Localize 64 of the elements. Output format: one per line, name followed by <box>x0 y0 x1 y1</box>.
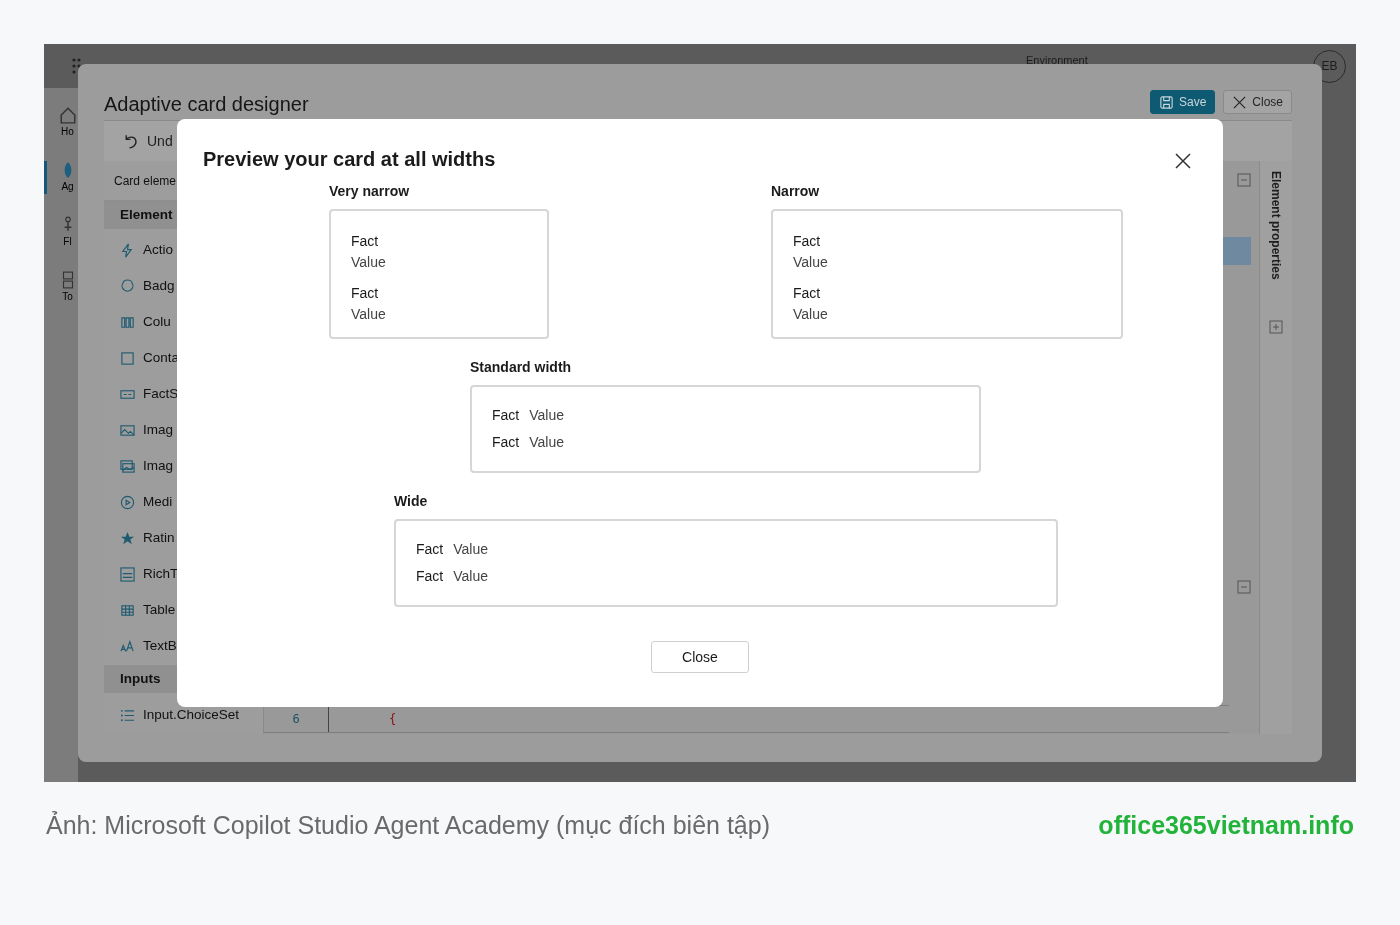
collapse-icon[interactable] <box>1237 580 1251 594</box>
element-item[interactable]: Imag <box>104 448 263 484</box>
element-item[interactable]: Badg <box>104 268 263 304</box>
close-button[interactable]: Close <box>651 641 749 673</box>
element-item[interactable]: Input.ChoiceSet <box>104 697 263 733</box>
badge-icon <box>120 278 135 294</box>
table-icon <box>120 602 135 618</box>
fact-title: Fact <box>351 232 380 251</box>
collapse-icon[interactable] <box>1237 173 1251 187</box>
fact-title: Fact <box>793 284 822 303</box>
site-name: office365vietnam.info <box>1098 810 1354 841</box>
close-icon <box>1232 94 1248 110</box>
expand-icon[interactable] <box>1269 319 1283 334</box>
font-size-icon <box>120 638 135 654</box>
fact-value: Value <box>529 406 565 425</box>
element-item[interactable]: Ratin <box>104 520 263 556</box>
save-icon <box>1158 94 1174 110</box>
save-button[interactable]: Save <box>1149 90 1216 114</box>
fact-title: Fact <box>416 567 444 586</box>
element-item[interactable]: Medi <box>104 484 263 520</box>
element-item[interactable]: RichT <box>104 556 263 592</box>
columns-icon <box>120 314 135 330</box>
element-item[interactable]: Actio <box>104 232 263 268</box>
nav-item[interactable]: Fl <box>44 216 78 249</box>
element-item[interactable]: FactS <box>104 376 263 412</box>
photo-caption: Ảnh: Microsoft Copilot Studio Agent Academy (mục đích biên tập) <box>46 810 770 841</box>
star-icon <box>120 530 135 546</box>
close-icon[interactable] <box>1173 151 1193 171</box>
home-icon <box>58 106 77 124</box>
code-text: { <box>389 711 397 728</box>
square-icon <box>120 350 135 366</box>
element-item[interactable]: Imag <box>104 412 263 448</box>
play-icon <box>120 494 135 510</box>
fact-title: Fact <box>416 540 444 559</box>
fact-value: Value <box>793 305 829 324</box>
fact-value: Value <box>793 253 829 272</box>
fact-title: Fact <box>351 284 380 303</box>
preview-label: Standard width <box>470 358 573 377</box>
list-icon <box>120 707 135 723</box>
properties-label[interactable]: Element properties <box>1267 171 1285 280</box>
fact-title: Fact <box>793 232 822 251</box>
dialog-title: Adaptive card designer <box>104 92 309 116</box>
nav-item[interactable]: To <box>44 271 78 304</box>
close-button[interactable]: Close <box>1223 90 1292 114</box>
element-item[interactable]: TextB <box>104 628 263 664</box>
element-item[interactable]: Colu <box>104 304 263 340</box>
preview-label: Very narrow <box>329 182 411 201</box>
preview-label: Narrow <box>771 182 821 201</box>
image-icon <box>120 422 135 438</box>
fact-title: Fact <box>492 406 520 425</box>
fact-value: Value <box>351 253 387 272</box>
element-item[interactable]: Table <box>104 592 263 628</box>
undo-button[interactable]: Und <box>122 130 173 152</box>
environment-label: Environment <box>1026 53 1088 68</box>
rich-text-icon <box>120 566 135 582</box>
fact-value: Value <box>529 433 565 452</box>
fact-value: Value <box>453 540 489 559</box>
lightning-icon <box>120 242 135 258</box>
preview-label: Wide <box>394 492 429 511</box>
fact-value: Value <box>351 305 387 324</box>
images-icon <box>120 458 135 474</box>
fact-title: Fact <box>492 433 520 452</box>
fact-value: Value <box>453 567 489 586</box>
nav-item[interactable]: Ho <box>44 106 78 139</box>
